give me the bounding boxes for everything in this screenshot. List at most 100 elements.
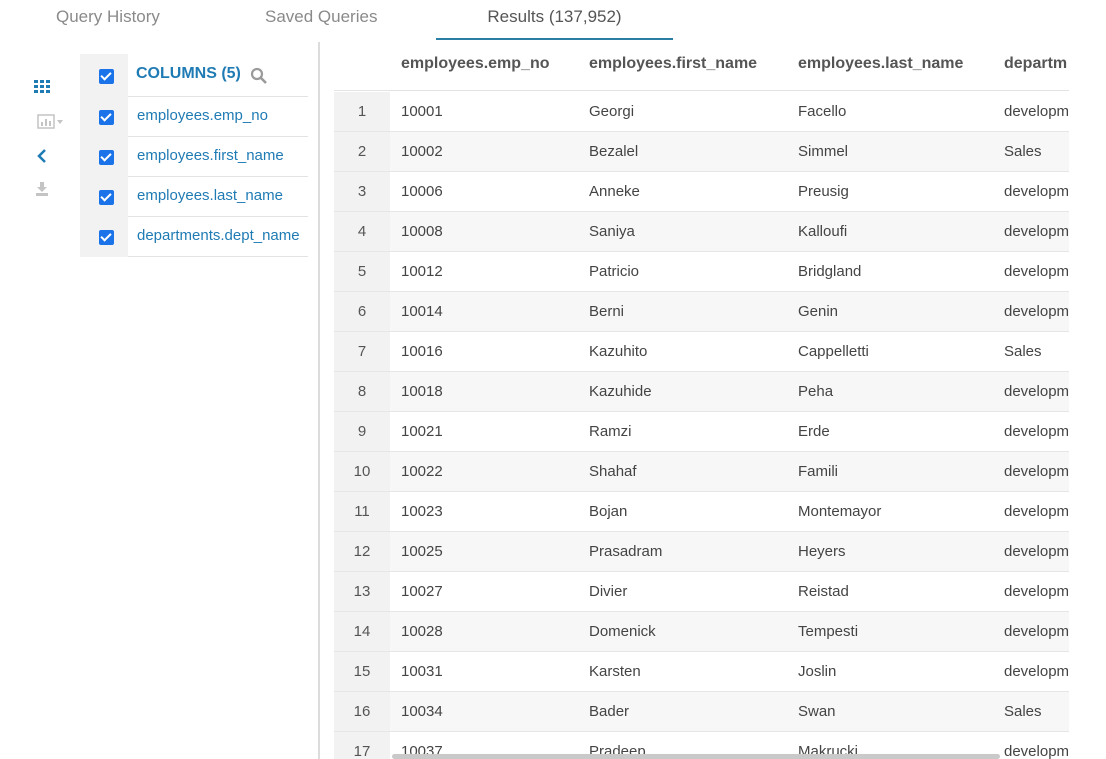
row-number: 4 bbox=[334, 212, 390, 251]
table-row[interactable]: 14 10028 Domenick Tempesti developm bbox=[334, 612, 1069, 652]
table-row[interactable]: 11 10023 Bojan Montemayor developm bbox=[334, 492, 1069, 532]
row-number: 1 bbox=[334, 92, 390, 131]
table-cell: Heyers bbox=[798, 543, 846, 560]
table-row[interactable]: 2 10002 Bezalel Simmel Sales bbox=[334, 132, 1069, 172]
table-cell: Karsten bbox=[589, 663, 641, 680]
table-cell: 10022 bbox=[401, 463, 443, 480]
table-cell: Joslin bbox=[798, 663, 837, 680]
row-number: 17 bbox=[334, 732, 390, 759]
grid-icon[interactable] bbox=[34, 76, 64, 98]
bar-chart-icon[interactable] bbox=[34, 111, 64, 133]
table-row[interactable]: 13 10027 Divier Reistad developm bbox=[334, 572, 1069, 612]
column-checkbox-cell bbox=[80, 137, 128, 177]
table-cell: Sales bbox=[1004, 343, 1042, 360]
table-cell: Sales bbox=[1004, 143, 1042, 160]
table-row[interactable]: 6 10014 Berni Genin developm bbox=[334, 292, 1069, 332]
chevron-left-icon[interactable] bbox=[34, 145, 64, 167]
table-cell: Prasadram bbox=[589, 543, 663, 560]
table-cell: Cappelletti bbox=[798, 343, 869, 360]
tab-query-history[interactable]: Query History bbox=[56, 0, 160, 40]
column-name[interactable]: employees.emp_no bbox=[137, 107, 308, 124]
table-cell: Kazuhide bbox=[589, 383, 652, 400]
table-row[interactable]: 10 10022 Shahaf Famili developm bbox=[334, 452, 1069, 492]
table-row[interactable]: 1 10001 Georgi Facello developm bbox=[334, 92, 1069, 132]
grid-header: employees.emp_no employees.first_name em… bbox=[334, 42, 1069, 91]
table-cell: Kalloufi bbox=[798, 223, 848, 240]
table-row[interactable]: 3 10006 Anneke Preusig developm bbox=[334, 172, 1069, 212]
column-name[interactable]: employees.first_name bbox=[137, 147, 308, 164]
tab-results[interactable]: Results (137,952) bbox=[436, 0, 673, 40]
table-cell: Swan bbox=[798, 703, 836, 720]
search-icon[interactable] bbox=[250, 67, 268, 85]
column-header[interactable]: departm bbox=[1004, 55, 1067, 73]
column-item-emp-no[interactable]: employees.emp_no bbox=[80, 97, 308, 137]
column-header[interactable]: employees.last_name bbox=[798, 55, 963, 73]
table-cell: Patricio bbox=[589, 263, 640, 280]
table-row[interactable]: 4 10008 Saniya Kalloufi developm bbox=[334, 212, 1069, 252]
table-cell: Bezalel bbox=[589, 143, 639, 160]
results-grid: employees.emp_no employees.first_name em… bbox=[334, 42, 1069, 759]
column-checkbox[interactable] bbox=[99, 230, 114, 245]
column-name[interactable]: employees.last_name bbox=[137, 187, 308, 204]
table-cell: Tempesti bbox=[798, 623, 859, 640]
table-cell: Bojan bbox=[589, 503, 628, 520]
column-item-first-name[interactable]: employees.first_name bbox=[80, 137, 308, 177]
table-row[interactable]: 7 10016 Kazuhito Cappelletti Sales bbox=[334, 332, 1069, 372]
column-item-last-name[interactable]: employees.last_name bbox=[80, 177, 308, 217]
column-item-dept-name[interactable]: departments.dept_name bbox=[80, 217, 308, 257]
table-cell: Montemayor bbox=[798, 503, 882, 520]
column-name[interactable]: departments.dept_name bbox=[137, 227, 308, 244]
tab-saved-queries[interactable]: Saved Queries bbox=[265, 0, 377, 40]
table-cell: 10025 bbox=[401, 543, 443, 560]
table-row[interactable]: 8 10018 Kazuhide Peha developm bbox=[334, 372, 1069, 412]
column-header[interactable]: employees.first_name bbox=[589, 55, 757, 73]
row-number: 8 bbox=[334, 372, 390, 411]
panel-resize-handle[interactable] bbox=[318, 42, 320, 759]
table-cell: Bader bbox=[589, 703, 630, 720]
table-cell: 10018 bbox=[401, 383, 443, 400]
row-number: 15 bbox=[334, 652, 390, 691]
table-cell: developm bbox=[1004, 623, 1069, 640]
table-cell: developm bbox=[1004, 183, 1069, 200]
columns-header: COLUMNS (5) bbox=[80, 54, 308, 97]
column-checkbox[interactable] bbox=[99, 110, 114, 125]
row-number: 7 bbox=[334, 332, 390, 371]
column-checkbox[interactable] bbox=[99, 190, 114, 205]
table-cell: 10012 bbox=[401, 263, 443, 280]
row-number: 9 bbox=[334, 412, 390, 451]
row-number: 5 bbox=[334, 252, 390, 291]
table-cell: Facello bbox=[798, 103, 847, 120]
table-cell: Ramzi bbox=[589, 423, 632, 440]
table-cell: Domenick bbox=[589, 623, 656, 640]
table-cell: developm bbox=[1004, 423, 1069, 440]
table-cell: 10023 bbox=[401, 503, 443, 520]
table-cell: developm bbox=[1004, 663, 1069, 680]
row-number: 14 bbox=[334, 612, 390, 651]
table-row[interactable]: 5 10012 Patricio Bridgland developm bbox=[334, 252, 1069, 292]
column-header[interactable]: employees.emp_no bbox=[401, 55, 550, 73]
download-icon[interactable] bbox=[34, 178, 64, 200]
table-cell: developm bbox=[1004, 503, 1069, 520]
table-cell: Reistad bbox=[798, 583, 849, 600]
row-number: 10 bbox=[334, 452, 390, 491]
row-number: 11 bbox=[334, 492, 390, 531]
row-number: 6 bbox=[334, 292, 390, 331]
table-row[interactable]: 16 10034 Bader Swan Sales bbox=[334, 692, 1069, 732]
table-cell: Berni bbox=[589, 303, 625, 320]
table-cell: Erde bbox=[798, 423, 830, 440]
row-number: 3 bbox=[334, 172, 390, 211]
table-cell: developm bbox=[1004, 223, 1069, 240]
table-cell: 10014 bbox=[401, 303, 443, 320]
table-cell: 10027 bbox=[401, 583, 443, 600]
table-cell: 10008 bbox=[401, 223, 443, 240]
table-cell: Genin bbox=[798, 303, 839, 320]
table-row[interactable]: 9 10021 Ramzi Erde developm bbox=[334, 412, 1069, 452]
table-cell: 10021 bbox=[401, 423, 443, 440]
table-cell: Sales bbox=[1004, 703, 1042, 720]
table-row[interactable]: 12 10025 Prasadram Heyers developm bbox=[334, 532, 1069, 572]
table-row[interactable]: 15 10031 Karsten Joslin developm bbox=[334, 652, 1069, 692]
column-checkbox[interactable] bbox=[99, 150, 114, 165]
row-number: 16 bbox=[334, 692, 390, 731]
select-all-checkbox[interactable] bbox=[99, 69, 114, 84]
horizontal-scrollbar[interactable] bbox=[392, 754, 1000, 759]
